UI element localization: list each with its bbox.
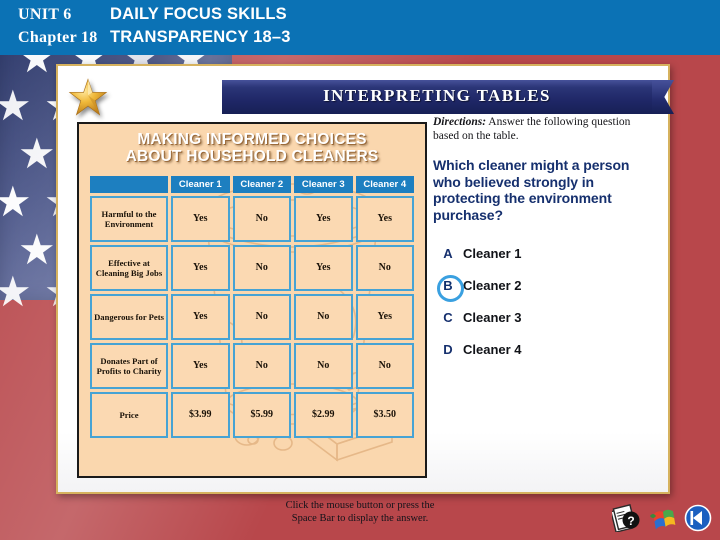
table-row-label: Dangerous for Pets [90, 294, 168, 340]
answer-choice-text: Cleaner 1 [463, 246, 522, 261]
table-cell: No [294, 343, 353, 389]
table-cell: No [294, 294, 353, 340]
table-title-line1: MAKING INFORMED CHOICES [85, 131, 419, 148]
table-cell: Yes [356, 196, 415, 242]
header-title-line1: DAILY FOCUS SKILLS [110, 5, 287, 24]
answer-choice-letter: A [433, 246, 463, 261]
header-row-chapter: Chapter 18 TRANSPARENCY 18–3 [18, 28, 291, 47]
answer-letter-text: A [443, 246, 452, 261]
table-row: Dangerous for Pets Yes No No Yes [90, 294, 414, 340]
answer-choice-c[interactable]: C Cleaner 3 [433, 301, 655, 333]
gold-star-icon [68, 78, 108, 118]
table-cell: Yes [294, 245, 353, 291]
question-text: Which cleaner might a person who believe… [433, 157, 655, 223]
unit-label: UNIT 6 [18, 6, 110, 24]
answer-choice-letter: B [433, 278, 463, 293]
table-header-cleaner-1: Cleaner 1 [171, 176, 230, 193]
chapter-label: Chapter 18 [18, 29, 110, 47]
table-row-label: Price [90, 392, 168, 438]
answer-choice-letter: C [433, 310, 463, 325]
table-cell: $2.99 [294, 392, 353, 438]
table-title: MAKING INFORMED CHOICES ABOUT HOUSEHOLD … [79, 124, 425, 169]
table-header-corner [90, 176, 168, 193]
windows-icon[interactable] [648, 504, 678, 532]
table-card: MAKING INFORMED CHOICES ABOUT HOUSEHOLD … [77, 122, 427, 478]
table-cell: $5.99 [233, 392, 292, 438]
content-panel: INTERPRETING TABLES MAKING INFORMED CHOI… [56, 64, 670, 494]
navigation-icons: ? [612, 504, 712, 532]
header-bar: UNIT 6 DAILY FOCUS SKILLS Chapter 18 TRANS… [0, 0, 720, 55]
table-cell: No [356, 343, 415, 389]
table-cell: No [233, 343, 292, 389]
answer-choices: A Cleaner 1 B Cleaner 2 C Cleaner 3 D Cleaner 4 [433, 237, 655, 365]
table-cell: No [233, 294, 292, 340]
table-row-label: Donates Part of Profits to Charity [90, 343, 168, 389]
table-row-label: Harmful to the Environment [90, 196, 168, 242]
table-header-cleaner-2: Cleaner 2 [233, 176, 292, 193]
answer-choice-d[interactable]: D Cleaner 4 [433, 333, 655, 365]
table-cell: $3.50 [356, 392, 415, 438]
table-cell: No [233, 196, 292, 242]
table-cell: Yes [171, 294, 230, 340]
cleaners-table: Cleaner 1 Cleaner 2 Cleaner 3 Cleaner 4 Har… [87, 173, 417, 441]
back-icon[interactable] [684, 504, 712, 532]
table-row-label: Effective at Cleaning Big Jobs [90, 245, 168, 291]
answer-letter-text: D [443, 342, 452, 357]
answer-choice-letter: D [433, 342, 463, 357]
table-row: Effective at Cleaning Big Jobs Yes No Yes No [90, 245, 414, 291]
table-cell: Yes [294, 196, 353, 242]
table-row: Harmful to the Environment Yes No Yes Yes [90, 196, 414, 242]
table-row: Price $3.99 $5.99 $2.99 $3.50 [90, 392, 414, 438]
table-cell: No [356, 245, 415, 291]
answer-choice-text: Cleaner 4 [463, 342, 522, 357]
table-cell: Yes [171, 343, 230, 389]
help-icon[interactable]: ? [612, 504, 642, 532]
answer-choice-a[interactable]: A Cleaner 1 [433, 237, 655, 269]
table-row: Donates Part of Profits to Charity Yes No N… [90, 343, 414, 389]
table-cell: Yes [171, 245, 230, 291]
directions-label: Directions: [433, 116, 486, 128]
table-header-cleaner-4: Cleaner 4 [356, 176, 415, 193]
svg-text:?: ? [627, 514, 634, 528]
question-panel: Directions: Answer the following questio… [433, 116, 655, 365]
table-cell: Yes [171, 196, 230, 242]
header-title-line2: TRANSPARENCY 18–3 [110, 28, 291, 47]
table-header-row: Cleaner 1 Cleaner 2 Cleaner 3 Cleaner 4 [90, 176, 414, 193]
table-cell: Yes [356, 294, 415, 340]
answer-letter-text: B [443, 278, 452, 293]
table-title-line2: ABOUT HOUSEHOLD CLEANERS [85, 148, 419, 165]
header-row-unit: UNIT 6 DAILY FOCUS SKILLS [18, 5, 287, 24]
table-cell: $3.99 [171, 392, 230, 438]
answer-choice-text: Cleaner 2 [463, 278, 522, 293]
section-banner: INTERPRETING TABLES [222, 80, 652, 114]
section-banner-title: INTERPRETING TABLES [222, 86, 652, 106]
answer-letter-text: C [443, 310, 452, 325]
table-header-cleaner-3: Cleaner 3 [294, 176, 353, 193]
directions: Directions: Answer the following questio… [433, 116, 655, 143]
table-cell: No [233, 245, 292, 291]
answer-choice-text: Cleaner 3 [463, 310, 522, 325]
answer-choice-b[interactable]: B Cleaner 2 [433, 269, 655, 301]
slide-stage: ★★★★★★★★★★★★★★★★★★★★★★★★★★★★★★★★ UNIT 6D… [0, 0, 720, 540]
table-body: Harmful to the Environment Yes No Yes Yes Eff… [90, 196, 414, 438]
